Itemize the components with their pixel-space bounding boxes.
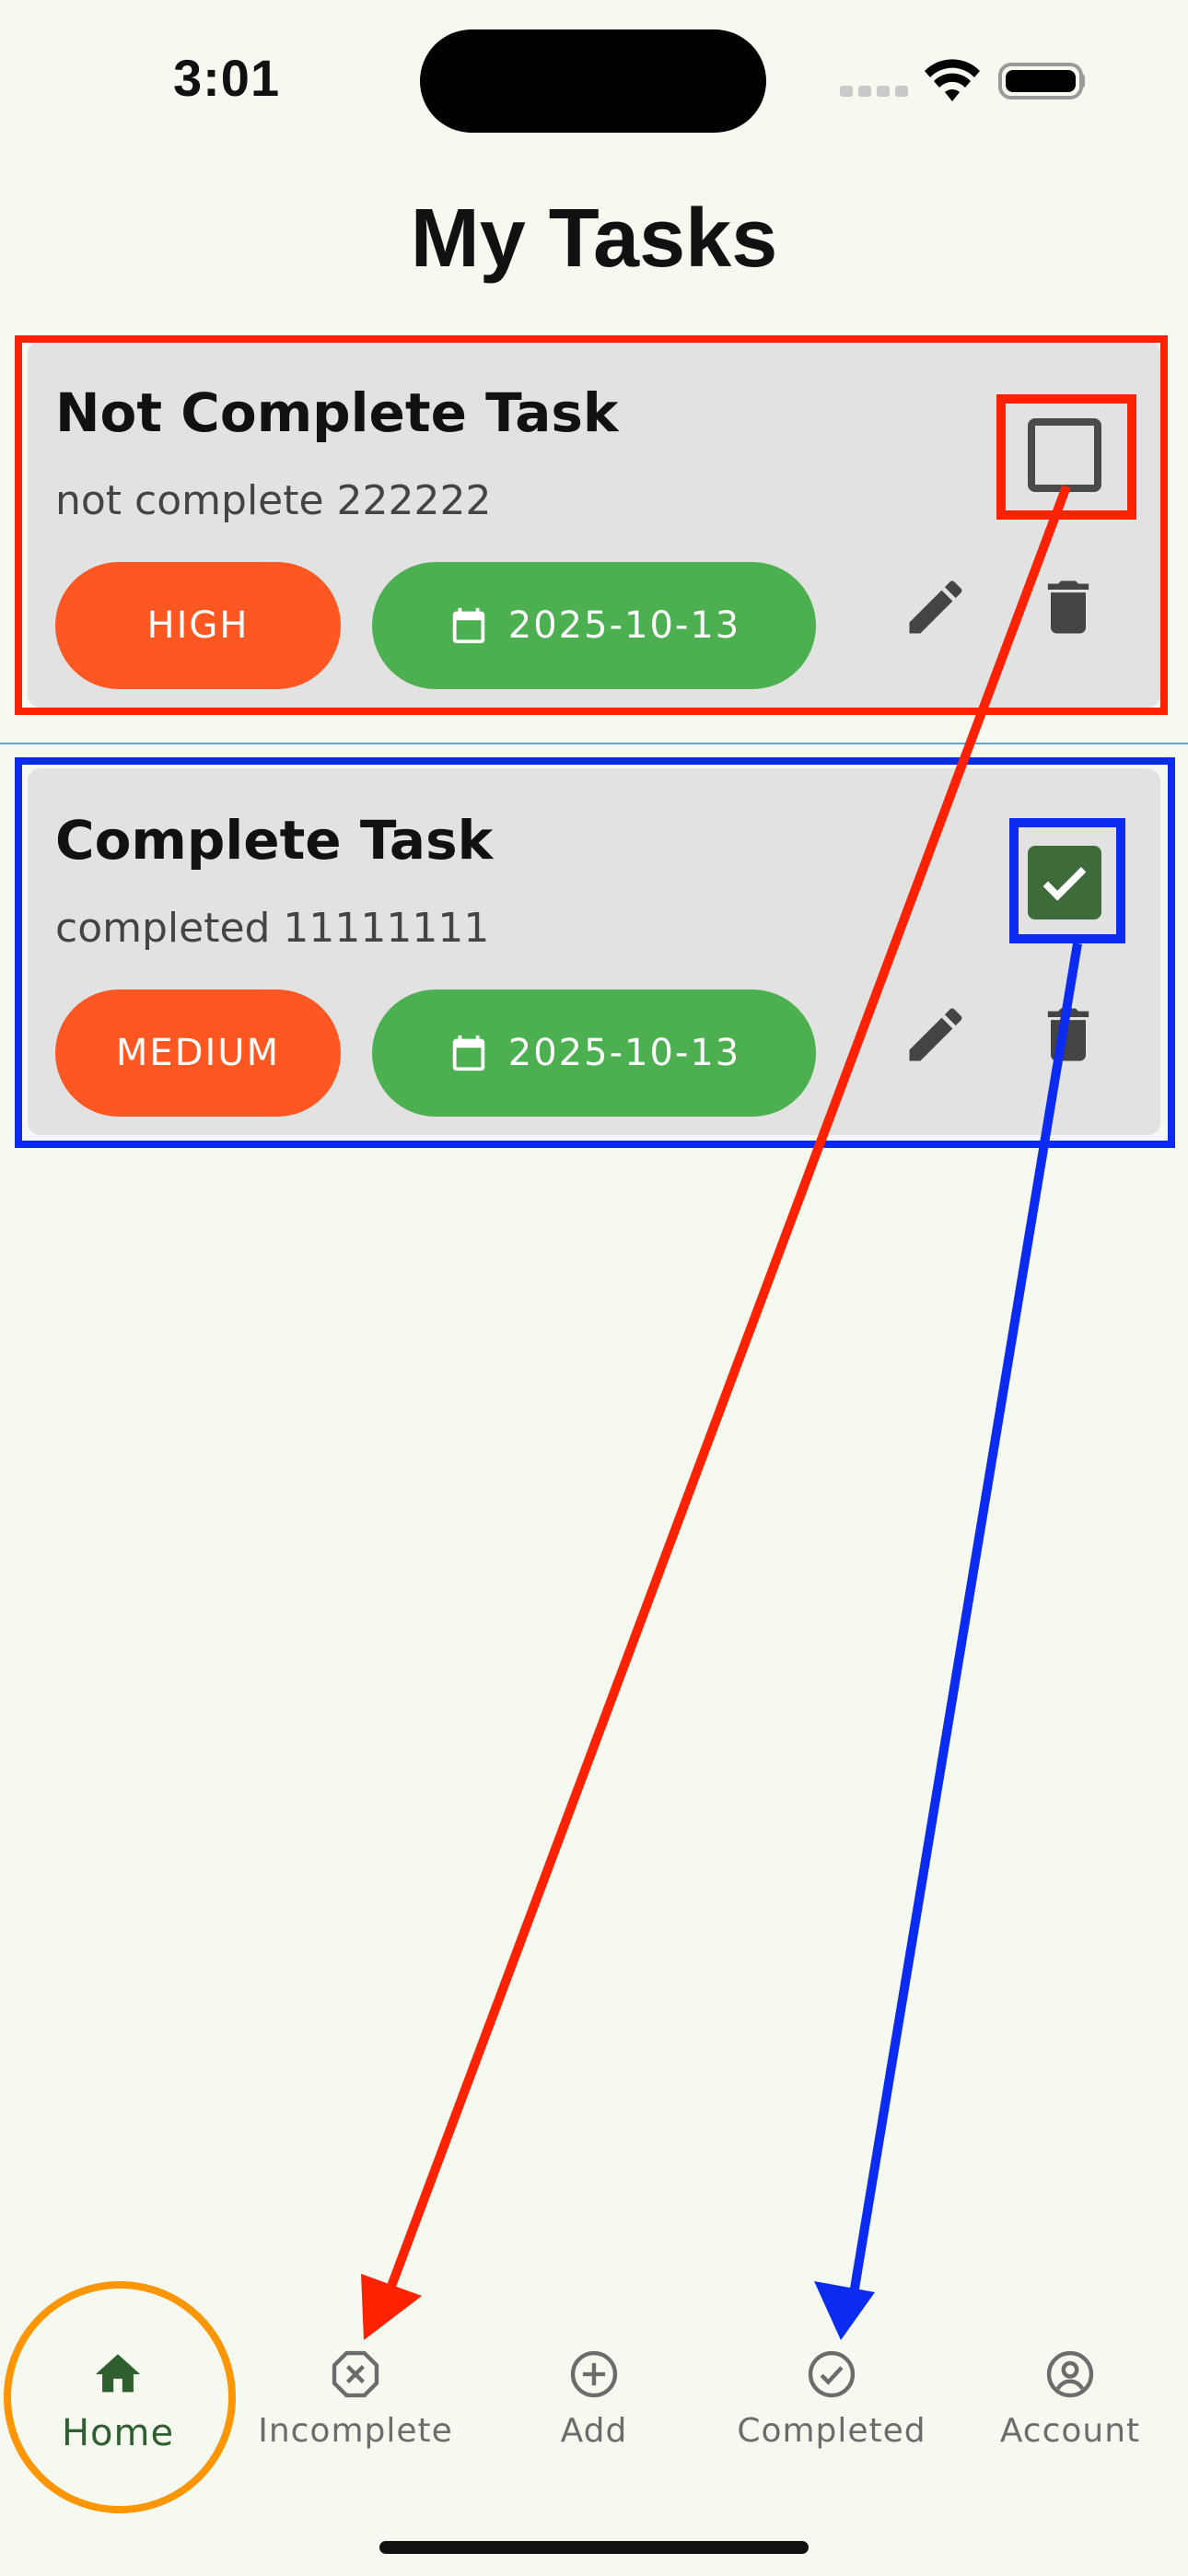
nav-add[interactable]: Add [483,2348,705,2450]
battery-icon [998,63,1083,100]
dynamic-island [420,29,766,133]
page-title: My Tasks [410,193,778,285]
nav-account[interactable]: Account [960,2348,1181,2450]
cellular-signal-icon [840,83,915,97]
nav-label: Completed [737,2412,926,2450]
divider [0,743,1188,744]
account-circle-icon [1046,2350,1094,2398]
x-circle-icon [332,2350,379,2398]
annotation-box-complete-card [15,757,1175,1148]
plus-circle-icon [570,2350,618,2398]
nav-label: Add [560,2412,628,2450]
status-time: 3:01 [173,49,281,107]
nav-incomplete[interactable]: Incomplete [245,2348,466,2450]
nav-label: Account [999,2412,1141,2450]
nav-completed[interactable]: Completed [721,2348,942,2450]
battery-nub [1079,74,1085,88]
annotation-box-complete-checkbox [1009,818,1125,943]
wifi-icon [925,59,980,101]
annotation-circle-home [4,2281,236,2513]
home-indicator[interactable] [379,2541,809,2554]
annotation-box-incomplete-card [15,335,1168,715]
annotation-box-incomplete-checkbox [996,394,1136,520]
check-circle-icon [808,2350,856,2398]
nav-label: Incomplete [258,2412,453,2450]
